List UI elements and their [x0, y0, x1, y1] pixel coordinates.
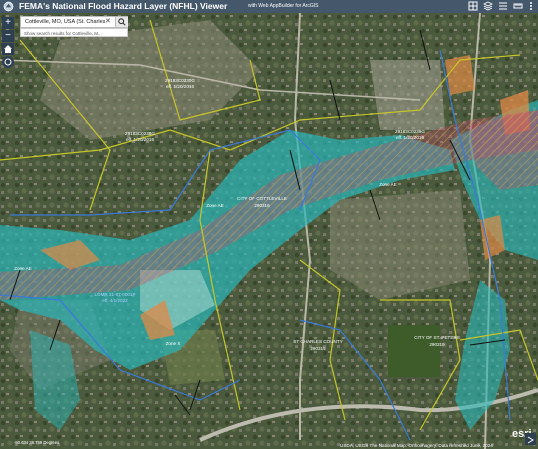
zone-label: Zone AE [379, 182, 397, 187]
search-suggestion[interactable]: Show search results for Cottleville, M..… [20, 28, 128, 37]
panel-date-label: eff. 1/20/2016 [166, 84, 194, 89]
fema-logo [3, 1, 14, 12]
app: FEMA's National Flood Hazard Layer (NFHL… [0, 0, 538, 449]
zoom-in-icon: + [5, 17, 11, 28]
zoom-in-button[interactable]: + [2, 17, 14, 29]
app-title: FEMA's National Flood Hazard Layer (NFHL… [19, 1, 228, 11]
clear-search-icon[interactable]: ✕ [105, 17, 111, 27]
search-button[interactable] [115, 17, 128, 27]
zoom-out-icon: − [5, 30, 11, 41]
search-input[interactable]: Cottleville, MO, USA (St. Charles [25, 17, 105, 27]
attribution-text: USDA, USGS The National Map: Orthoimager… [340, 443, 493, 448]
crop-field [388, 325, 440, 377]
zoom-out-button[interactable]: − [2, 30, 14, 42]
header-bar: FEMA's National Flood Hazard Layer (NFHL… [0, 0, 538, 13]
locate-icon [4, 58, 12, 66]
home-button[interactable] [2, 43, 14, 55]
layer-list-icon[interactable] [483, 1, 493, 11]
community-id-label: 290319 [429, 342, 445, 347]
panel-date-label: eff. 1/20/2016 [126, 137, 154, 142]
measure-icon[interactable] [513, 1, 523, 11]
community-id-label: 290315 [310, 346, 326, 351]
panel-label: 29183C0239G [395, 129, 425, 134]
community-label: CITY OF ST. PETERS [414, 335, 460, 340]
coordinate-readout: -90.634 38.759 Degrees [14, 440, 60, 445]
basemap-gallery-icon[interactable] [468, 1, 478, 11]
zone-label: Zone AE [14, 266, 32, 271]
home-icon [4, 45, 12, 53]
lomr-date-label: eff. 4/1/2022 [102, 298, 128, 303]
panel-date-label: eff. 1/20/2016 [396, 135, 424, 140]
overview-map-button[interactable] [525, 433, 536, 445]
lomr-label: LOMR 21-07-0001P [94, 292, 135, 297]
zone-label: Zone AE [206, 203, 224, 208]
industrial-area [370, 60, 445, 130]
search-icon [118, 18, 126, 26]
search-box[interactable]: Cottleville, MO, USA (St. Charles ✕ [20, 16, 128, 28]
map-canvas[interactable]: 29183C0230G eff. 1/20/2016 29183C0238G e… [0, 13, 538, 449]
locate-button[interactable] [2, 56, 14, 68]
community-label: CITY OF COTTLEVILLE [237, 196, 287, 201]
overview-map-icon [527, 436, 534, 444]
panel-label: 29183C0230G [165, 78, 195, 83]
orange-zone [445, 55, 475, 95]
more-icon[interactable] [526, 1, 536, 11]
community-id-label: 290316 [254, 203, 270, 208]
app-subtitle: with Web AppBuilder for ArcGIS [248, 3, 319, 9]
community-label: ST CHARLES COUNTY [293, 339, 342, 344]
zone-label: Zone X [166, 341, 181, 346]
legend-icon[interactable] [498, 1, 508, 11]
panel-label: 29183C0238G [125, 131, 155, 136]
